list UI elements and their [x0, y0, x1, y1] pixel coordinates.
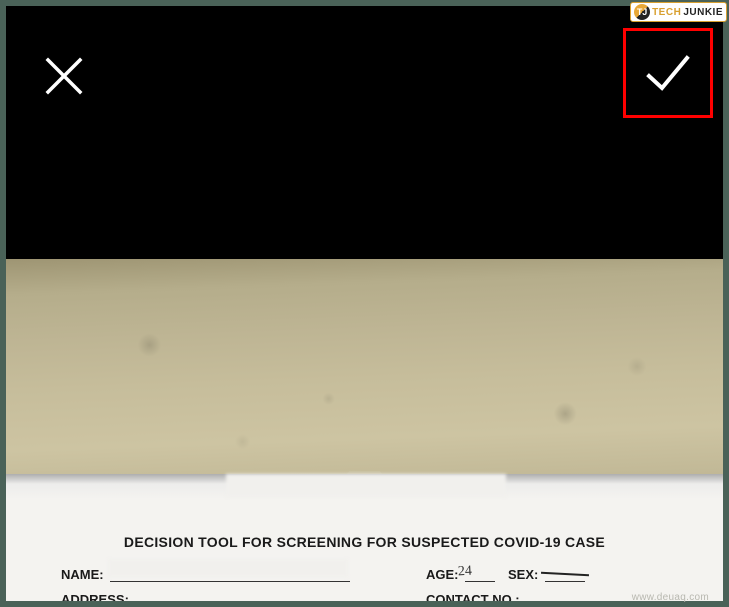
address-label: ADDRESS: [61, 592, 129, 601]
form-title: DECISION TOOL FOR SCREENING FOR SUSPECTE… [56, 534, 673, 550]
contact-field: CONTACT NO.: [426, 592, 606, 601]
badge-text-2: JUNKIE [683, 7, 723, 18]
checkmark-icon [641, 46, 695, 100]
confirm-button[interactable] [623, 28, 713, 118]
techjunkie-badge: TJ TECHJUNKIE [630, 2, 727, 22]
age-value: 24 [458, 564, 473, 581]
image-crop-viewer: DECISION TOOL FOR SCREENING FOR SUSPECTE… [6, 6, 723, 601]
tj-logo-icon: TJ [634, 4, 650, 20]
address-field: ADDRESS: [61, 592, 356, 601]
age-field: AGE: 24 [426, 567, 495, 582]
paper-document: DECISION TOOL FOR SCREENING FOR SUSPECTE… [6, 474, 723, 601]
close-icon [42, 54, 86, 98]
close-button[interactable] [42, 54, 86, 98]
name-label: NAME: [61, 567, 104, 582]
screenshot-frame: TJ TECHJUNKIE [0, 0, 729, 607]
watermark-text: www.deuaq.com [632, 592, 709, 603]
contact-label: CONTACT NO.: [426, 592, 520, 601]
sex-field: SEX: [508, 567, 585, 582]
cardboard-surface [6, 259, 723, 474]
top-action-bar [6, 6, 723, 146]
redacted-header [226, 474, 506, 497]
captured-photo: DECISION TOOL FOR SCREENING FOR SUSPECTE… [6, 259, 723, 601]
age-label: AGE: [426, 567, 459, 582]
contact-line [526, 594, 606, 601]
badge-text-1: TECH [652, 7, 681, 18]
address-line [136, 594, 356, 601]
sex-label: SEX: [508, 567, 538, 582]
redacted-name-value [108, 559, 348, 577]
